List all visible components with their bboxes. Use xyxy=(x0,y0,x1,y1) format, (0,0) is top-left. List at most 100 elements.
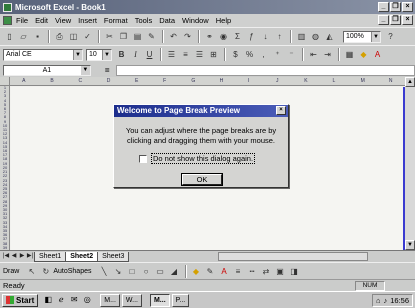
save-icon[interactable]: ▪ xyxy=(31,30,44,43)
font-color-icon[interactable]: A xyxy=(218,265,231,278)
column-header[interactable]: F xyxy=(163,77,166,86)
autoshapes-menu-button[interactable]: AutoShapes xyxy=(53,268,91,275)
column-header[interactable]: A xyxy=(22,77,25,86)
fill-color-icon[interactable]: ◆ xyxy=(190,265,203,278)
decrease-decimal-icon[interactable]: ⁻ xyxy=(285,48,298,61)
scroll-down-icon[interactable]: ▼ xyxy=(405,240,415,250)
network-icon[interactable]: ⌂ xyxy=(376,296,381,305)
close-button[interactable]: × xyxy=(402,2,413,12)
hyperlink-icon[interactable]: ⚭ xyxy=(203,30,216,43)
column-header[interactable]: B xyxy=(50,77,53,86)
dialog-title-bar[interactable]: Welcome to Page Break Preview × xyxy=(114,105,288,117)
channels-icon[interactable]: ◎ xyxy=(81,294,93,306)
chevron-down-icon[interactable]: ▼ xyxy=(102,49,111,60)
vertical-scrollbar[interactable]: ▲ ▼ xyxy=(405,77,415,250)
menu-help[interactable]: Help xyxy=(216,16,231,25)
cut-icon[interactable]: ✂ xyxy=(103,30,116,43)
select-objects-icon[interactable]: ↖ xyxy=(25,265,38,278)
chart-wizard-icon[interactable]: ▥ xyxy=(295,30,308,43)
menu-file[interactable]: File xyxy=(16,16,28,25)
oval-icon[interactable]: ○ xyxy=(140,265,153,278)
taskbar-button-excel[interactable]: M... xyxy=(149,293,170,307)
decrease-indent-icon[interactable]: ⇤ xyxy=(307,48,320,61)
open-icon[interactable]: ▱ xyxy=(17,30,30,43)
wordart-icon[interactable]: ◢ xyxy=(168,265,181,278)
outlook-icon[interactable]: ✉ xyxy=(68,294,80,306)
paste-icon[interactable]: ▤ xyxy=(131,30,144,43)
rectangle-icon[interactable]: □ xyxy=(126,265,139,278)
3d-icon[interactable]: ◨ xyxy=(288,265,301,278)
dont-show-again-checkbox[interactable] xyxy=(139,154,147,163)
column-header[interactable]: L xyxy=(332,77,335,86)
arrow-style-icon[interactable]: ⇄ xyxy=(260,265,273,278)
comma-style-icon[interactable]: , xyxy=(257,48,270,61)
column-header[interactable]: E xyxy=(135,77,138,86)
horizontal-scrollbar[interactable] xyxy=(218,252,369,261)
excel-app-icon[interactable] xyxy=(3,2,12,12)
undo-icon[interactable]: ↶ xyxy=(167,30,180,43)
line-style-icon[interactable]: ≡ xyxy=(232,265,245,278)
first-sheet-icon[interactable]: |◀ xyxy=(2,252,10,261)
doc-minimize-button[interactable]: _ xyxy=(378,15,389,25)
draw-menu-button[interactable]: Draw xyxy=(3,268,19,275)
menu-insert[interactable]: Insert xyxy=(78,16,97,25)
new-icon[interactable]: ▯ xyxy=(3,30,16,43)
prev-sheet-icon[interactable]: ◀ xyxy=(10,252,18,261)
menu-window[interactable]: Window xyxy=(182,16,209,25)
formula-input[interactable] xyxy=(115,64,415,76)
column-header[interactable]: G xyxy=(191,77,195,86)
column-header[interactable]: N xyxy=(389,77,393,86)
fill-color-icon[interactable]: ◆ xyxy=(357,48,370,61)
ok-button[interactable]: OK xyxy=(181,173,223,186)
borders-icon[interactable]: ▦ xyxy=(343,48,356,61)
menu-data[interactable]: Data xyxy=(159,16,175,25)
column-header[interactable]: K xyxy=(304,77,307,86)
minimize-button[interactable]: _ xyxy=(378,2,389,12)
menu-tools[interactable]: Tools xyxy=(135,16,153,25)
chevron-down-icon[interactable]: ▼ xyxy=(80,65,90,75)
tab-sheet1[interactable]: Sheet1 xyxy=(34,251,67,262)
chevron-down-icon[interactable]: ▼ xyxy=(73,49,82,60)
next-sheet-icon[interactable]: ▶ xyxy=(18,252,26,261)
drawing-icon[interactable]: ◭ xyxy=(323,30,336,43)
shadow-icon[interactable]: ▣ xyxy=(274,265,287,278)
clock[interactable]: 16:56 xyxy=(390,296,409,305)
autosum-icon[interactable]: Σ xyxy=(231,30,244,43)
italic-button[interactable]: I xyxy=(129,48,142,61)
increase-indent-icon[interactable]: ⇥ xyxy=(321,48,334,61)
menu-edit[interactable]: Edit xyxy=(35,16,48,25)
tab-sheet3[interactable]: Sheet3 xyxy=(97,251,130,262)
menu-format[interactable]: Format xyxy=(104,16,128,25)
column-header[interactable]: C xyxy=(79,77,83,86)
tab-sheet2[interactable]: Sheet2 xyxy=(65,251,99,262)
underline-button[interactable]: U xyxy=(143,48,156,61)
internet-explorer-icon[interactable]: ℯ xyxy=(55,294,67,306)
scroll-up-icon[interactable]: ▲ xyxy=(405,77,415,87)
taskbar-button-2[interactable]: W... xyxy=(121,293,142,307)
print-icon[interactable]: ⎙ xyxy=(53,30,66,43)
column-header[interactable]: M xyxy=(361,77,365,86)
redo-icon[interactable]: ↷ xyxy=(181,30,194,43)
font-color-icon[interactable]: A xyxy=(371,48,384,61)
font-select[interactable]: Arial CE ▼ xyxy=(3,48,83,61)
map-icon[interactable]: ◍ xyxy=(309,30,322,43)
web-toolbar-icon[interactable]: ◉ xyxy=(217,30,230,43)
close-icon[interactable]: × xyxy=(276,106,286,115)
edit-formula-button[interactable]: = xyxy=(105,66,110,75)
column-header[interactable]: D xyxy=(107,77,111,86)
column-header[interactable]: J xyxy=(276,77,279,86)
volume-icon[interactable]: ♪ xyxy=(383,296,387,305)
dash-style-icon[interactable]: ┅ xyxy=(246,265,259,278)
sort-descending-icon[interactable]: ↑ xyxy=(273,30,286,43)
dont-show-again-label[interactable]: Do not show this dialog again. xyxy=(151,153,256,164)
chevron-down-icon[interactable]: ▼ xyxy=(371,31,380,42)
column-header[interactable]: I xyxy=(248,77,249,86)
last-sheet-icon[interactable]: ▶| xyxy=(26,252,34,261)
help-icon[interactable]: ? xyxy=(384,30,397,43)
font-size-select[interactable]: 10 ▼ xyxy=(86,48,112,61)
align-center-icon[interactable]: ≡ xyxy=(179,48,192,61)
sort-ascending-icon[interactable]: ↓ xyxy=(259,30,272,43)
align-right-icon[interactable]: ☰ xyxy=(193,48,206,61)
workbook-icon[interactable] xyxy=(3,16,12,25)
window-title-bar[interactable]: Microsoft Excel - Book1 _ ❐ × xyxy=(0,0,415,14)
